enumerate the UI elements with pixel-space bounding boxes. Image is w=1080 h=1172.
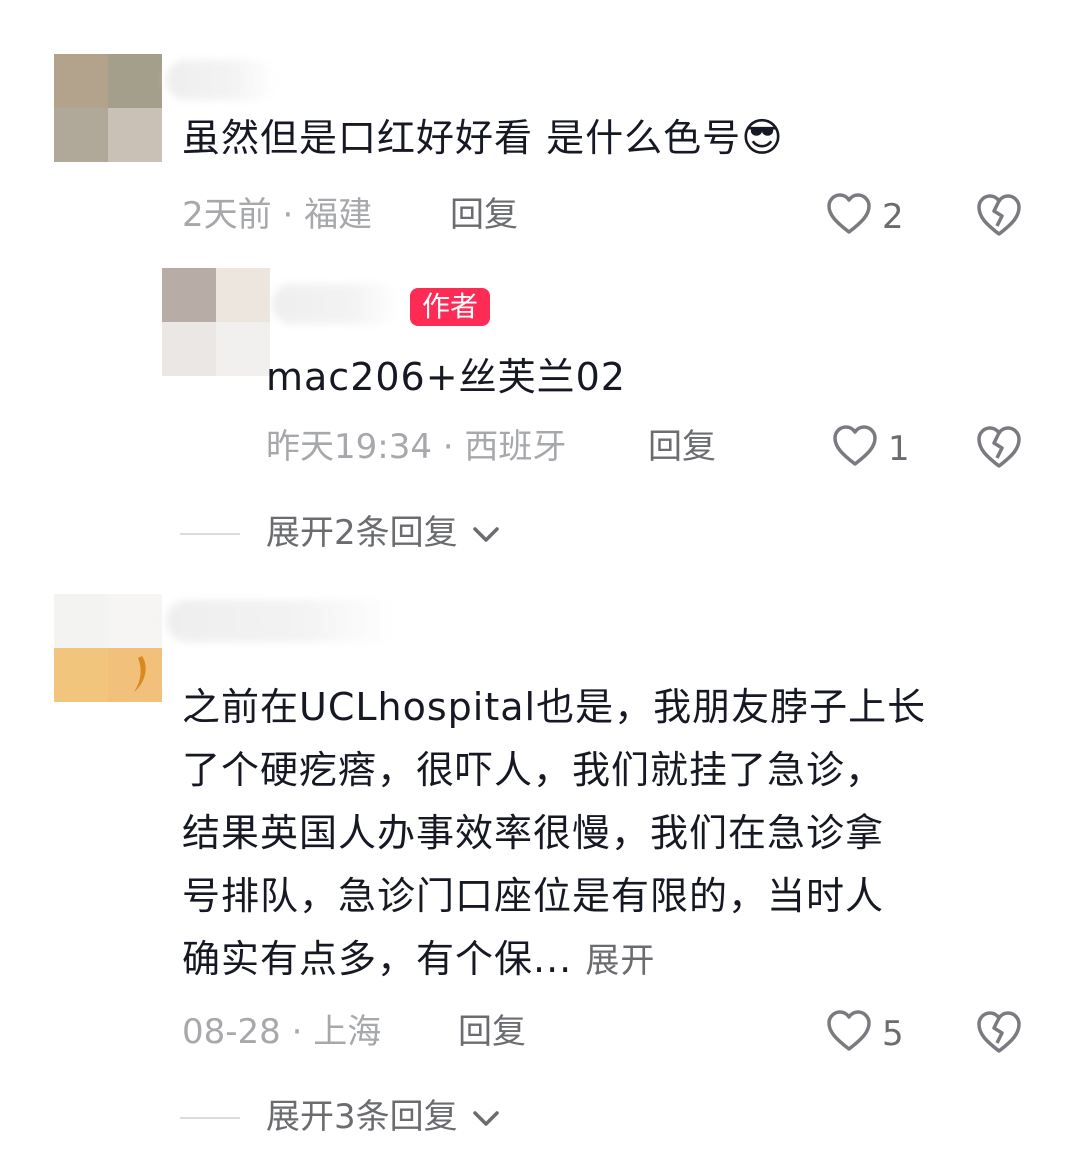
reply-like-count: 1 [888,429,910,469]
author-avatar[interactable] [162,268,270,376]
reply-button[interactable]: 回复 [458,1015,526,1049]
author-username-blurred[interactable] [272,284,402,324]
like-count: 2 [882,197,904,237]
broken-heart-icon [977,1011,1021,1053]
heart-icon [827,1010,871,1051]
comment-text: 之前在UCLhospital也是，我朋友脖子上长 了个硬疙瘩，很吓人，我们就挂了… [182,685,927,981]
expand-text-button[interactable]: 展开 [585,941,655,981]
reply-text: mac206+丝芙兰02 [266,355,626,399]
like-button[interactable]: 5 [826,1007,916,1057]
username-blurred[interactable] [166,600,396,642]
author-badge: 作者 [410,288,491,326]
reply-dislike-button[interactable] [975,424,1023,470]
expand-replies-button[interactable]: 展开2条回复 [266,516,500,550]
chevron-down-icon [473,526,500,542]
expand-divider [180,533,240,535]
avatar[interactable] [54,54,162,162]
like-button[interactable]: 2 [826,190,916,240]
dislike-button[interactable] [975,1009,1023,1055]
expand-replies-button[interactable]: 展开3条回复 [266,1100,500,1134]
reply-button[interactable]: 回复 [450,198,518,232]
heart-icon [827,193,871,234]
emoji-icon: 😎 [741,115,784,161]
username-blurred[interactable] [166,60,276,100]
dislike-button[interactable] [975,192,1023,238]
heart-icon [833,425,877,466]
like-count: 5 [882,1014,904,1054]
broken-heart-icon [977,194,1021,236]
broken-heart-icon [977,426,1021,468]
chevron-down-icon [473,1110,500,1126]
reply-meta: 昨天19:34 · 西班牙 [266,427,567,467]
avatar[interactable] [54,594,162,702]
reply-like-button[interactable]: 1 [832,422,922,472]
reply-reply-button[interactable]: 回复 [648,430,716,464]
comment-meta: 08-28 · 上海 [182,1012,382,1052]
comment-meta: 2天前 · 福建 [182,195,373,235]
comment-text: 虽然但是口红好好看 是什么色号😎 [182,115,784,161]
expand-divider [180,1117,240,1119]
